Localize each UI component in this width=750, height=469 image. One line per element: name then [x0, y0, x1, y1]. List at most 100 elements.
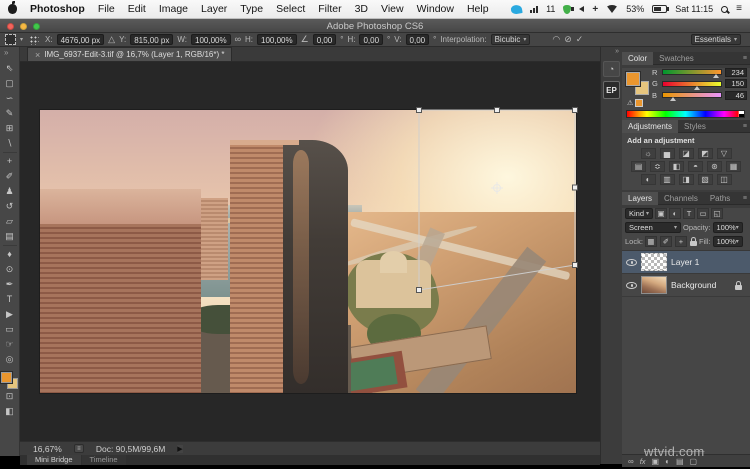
battery-icon[interactable] [652, 5, 667, 13]
height-field[interactable]: 100,00% [257, 34, 297, 45]
tool-preset-caret-icon[interactable]: ▾ [20, 36, 23, 43]
spot-healing-brush-tool[interactable]: + [0, 154, 19, 169]
gradient-tool[interactable]: ▤ [0, 229, 19, 244]
gamut-swatch[interactable] [635, 99, 643, 107]
menu-item-image[interactable]: Image [159, 3, 188, 15]
red-value-field[interactable]: 234 [725, 68, 747, 77]
menu-item-3d[interactable]: 3D [355, 3, 368, 15]
tool-preset-icon[interactable] [5, 34, 16, 45]
dock-expand-chevron-icon[interactable]: » [615, 47, 619, 57]
color-balance-icon[interactable]: ≎ [650, 161, 665, 172]
lock-transparency-icon[interactable]: ▦ [645, 236, 657, 247]
quick-selection-tool[interactable]: ✎ [0, 106, 19, 121]
transform-handle-bottom-right[interactable] [573, 263, 578, 268]
blue-value-field[interactable]: 46 [725, 91, 747, 100]
menu-item-photoshop[interactable]: Photoshop [30, 3, 85, 15]
layer-1-thumbnail[interactable] [641, 253, 667, 271]
channel-mixer-icon[interactable]: ⊛ [707, 161, 722, 172]
eraser-tool[interactable]: ▱ [0, 214, 19, 229]
h-skew-field[interactable]: 0,00 [359, 34, 383, 45]
tab-swatches[interactable]: Swatches [653, 52, 700, 65]
layer-name[interactable]: Layer 1 [671, 257, 699, 267]
color-lookup-icon[interactable]: ▦ [726, 161, 741, 172]
twitter-icon[interactable] [510, 4, 522, 15]
x-position-field[interactable]: 4676,00 px [57, 34, 105, 45]
slider-marker[interactable] [713, 74, 719, 78]
curves-icon[interactable]: ◪ [679, 148, 694, 159]
tab-paths[interactable]: Paths [704, 192, 736, 205]
tab-channels[interactable]: Channels [658, 192, 704, 205]
exposure-icon[interactable]: ◩ [698, 148, 713, 159]
link-layers-icon[interactable]: ∞ [628, 457, 634, 466]
foreground-color-swatch[interactable] [1, 372, 12, 383]
tab-layers[interactable]: Layers [622, 192, 658, 205]
toolbar-collapse-chevron-icon[interactable]: » [4, 48, 8, 57]
panel-menu-icon[interactable]: ≡ [743, 123, 750, 130]
selective-color-icon[interactable]: ◫ [717, 174, 732, 185]
pixel-layers-filter-icon[interactable]: ▣ [655, 208, 667, 219]
fill-field[interactable]: 100%▾ [713, 236, 743, 247]
layer-row-layer-1[interactable]: Layer 1 [622, 251, 750, 274]
tab-color[interactable]: Color [622, 52, 653, 65]
invert-icon[interactable]: ◐ [641, 174, 656, 185]
layer-visibility-eye-icon[interactable] [626, 259, 637, 266]
transform-reference-point[interactable] [491, 182, 503, 194]
status-menu-icon[interactable]: ≡ [74, 444, 84, 453]
volume-icon[interactable] [579, 6, 584, 12]
panel-menu-icon[interactable]: ≡ [743, 55, 750, 62]
close-document-icon[interactable]: × [35, 50, 40, 60]
menu-item-edit[interactable]: Edit [128, 3, 146, 15]
lock-all-icon[interactable] [690, 241, 697, 246]
tab-timeline[interactable]: Timeline [82, 455, 126, 465]
transform-handle-bottom-left[interactable] [417, 288, 422, 293]
posterize-icon[interactable]: ▥ [660, 174, 675, 185]
move-tool[interactable]: ⇖ [0, 61, 19, 76]
smart-object-filter-icon[interactable]: ◱ [711, 208, 723, 219]
brush-tool[interactable]: ✐ [0, 169, 19, 184]
menu-item-select[interactable]: Select [276, 3, 305, 15]
gamut-warning-icon[interactable]: ⚠ [627, 99, 633, 107]
threshold-icon[interactable]: ◨ [679, 174, 694, 185]
quick-mask-button[interactable]: ⊡ [0, 389, 19, 404]
red-slider[interactable] [662, 69, 722, 75]
slider-marker[interactable] [694, 86, 700, 90]
green-slider[interactable] [662, 81, 722, 87]
tab-adjustments[interactable]: Adjustments [622, 120, 678, 133]
menu-item-filter[interactable]: Filter [318, 3, 341, 15]
crop-tool[interactable]: ⊞ [0, 121, 19, 136]
color-spectrum-ramp[interactable] [626, 110, 745, 118]
panel-foreground-swatch[interactable] [626, 72, 640, 86]
reference-point-locator[interactable] [29, 35, 39, 45]
history-panel-icon[interactable]: ◔ [603, 61, 620, 77]
maintain-aspect-link-icon[interactable]: ∞ [235, 34, 241, 45]
rotation-field[interactable]: 0,00 [313, 34, 337, 45]
hand-tool[interactable]: ☞ [0, 337, 19, 352]
warp-mode-button[interactable]: ◠ [552, 34, 560, 45]
clone-stamp-tool[interactable]: ♟ [0, 184, 19, 199]
menu-item-help[interactable]: Help [467, 3, 489, 15]
green-value-field[interactable]: 150 [725, 79, 747, 88]
slider-marker[interactable] [670, 97, 676, 101]
zoom-tool[interactable]: ◎ [0, 352, 19, 367]
layer-filter-kind-select[interactable]: Kind▾ [625, 208, 653, 219]
width-field[interactable]: 100,00% [191, 34, 231, 45]
spotlight-search-icon[interactable] [721, 6, 728, 13]
menu-item-window[interactable]: Window [417, 3, 454, 15]
rectangle-shape-tool[interactable]: ▭ [0, 322, 19, 337]
blue-slider[interactable] [662, 92, 722, 98]
eyedropper-tool[interactable]: ∖ [0, 136, 19, 151]
notification-center-icon[interactable]: ≡ [736, 4, 742, 14]
extension-panel-icon[interactable]: EP [603, 81, 620, 99]
type-tool[interactable]: T [0, 292, 19, 307]
status-options-arrow-icon[interactable]: ▶ [177, 445, 182, 453]
zoom-level[interactable]: 16,67% [33, 444, 62, 454]
layer-name[interactable]: Background [671, 280, 716, 290]
v-skew-field[interactable]: 0,00 [406, 34, 430, 45]
layer-row-background[interactable]: Background [622, 274, 750, 297]
interpolation-select[interactable]: Bicubic▾ [491, 34, 531, 45]
shape-layers-filter-icon[interactable]: ▭ [697, 208, 709, 219]
screen-mode-button[interactable]: ◧ [0, 404, 19, 419]
adjustment-layers-filter-icon[interactable]: ◐ [669, 208, 681, 219]
lock-position-icon[interactable]: + [675, 236, 687, 247]
antivirus-shield-icon[interactable] [563, 5, 571, 14]
